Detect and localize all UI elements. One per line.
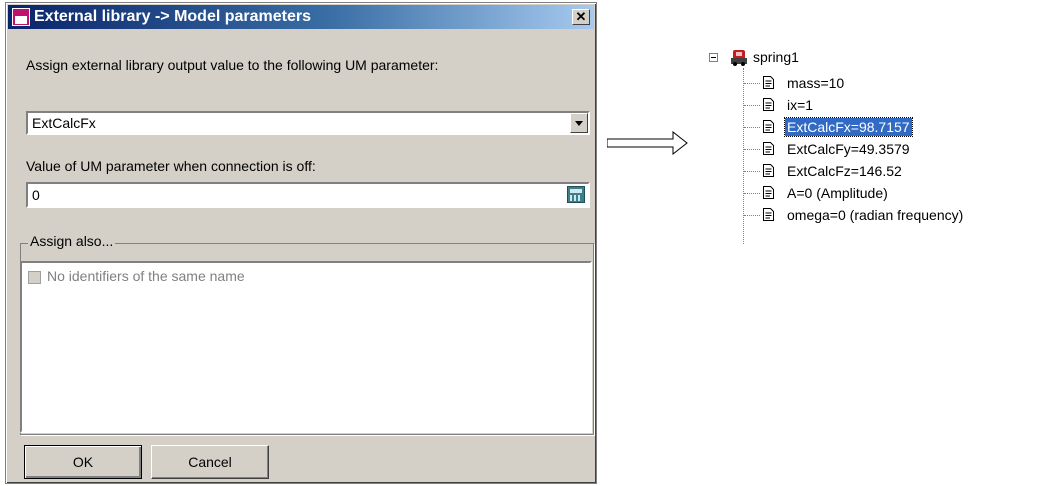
tree-item-label[interactable]: ix=1 (785, 96, 815, 114)
off-value-label: Value of UM parameter when connection is… (26, 158, 316, 174)
ok-button[interactable]: OK (24, 445, 142, 479)
calculator-icon[interactable] (567, 186, 585, 203)
close-icon: ✕ (575, 9, 587, 24)
off-value-text: 0 (32, 187, 40, 203)
close-button[interactable]: ✕ (572, 9, 590, 25)
document-icon (763, 98, 774, 111)
tree-item-label[interactable]: ExtCalcFz=146.52 (785, 162, 904, 180)
document-icon (763, 120, 774, 133)
parameter-combobox[interactable]: ExtCalcFx (26, 111, 590, 135)
combo-selected-value: ExtCalcFx (32, 115, 96, 131)
document-icon (763, 164, 774, 177)
model-icon (731, 50, 747, 66)
document-icon (763, 76, 774, 89)
tree-item-label[interactable]: omega=0 (radian frequency) (785, 206, 965, 224)
document-icon (763, 142, 774, 155)
parameter-tree: spring1 mass=10 ix=1 ExtCalcFx=98.7157 ExtC… (703, 48, 1039, 263)
assign-also-label: Assign also... (28, 233, 116, 249)
right-arrow-icon (607, 131, 688, 155)
chevron-down-icon[interactable] (570, 113, 588, 133)
tree-item-label[interactable]: ExtCalcFy=49.3579 (785, 140, 912, 158)
tree-item-label[interactable]: ExtCalcFx=98.7157 (784, 117, 913, 137)
document-icon (763, 208, 774, 221)
tree-item-label[interactable]: A=0 (Amplitude) (785, 184, 890, 202)
document-icon (763, 186, 774, 199)
assign-label: Assign external library output value to … (26, 57, 439, 73)
collapse-icon[interactable] (709, 53, 718, 62)
dialog-title: External library -> Model parameters (34, 8, 311, 25)
tree-item-label[interactable]: mass=10 (785, 74, 846, 92)
dialog-titlebar[interactable]: External library -> Model parameters ✕ (8, 5, 594, 29)
tree-root-label[interactable]: spring1 (753, 48, 799, 66)
model-parameters-dialog: External library -> Model parameters ✕ A… (5, 2, 597, 484)
identifiers-listbox[interactable]: No identifiers of the same name (20, 261, 592, 433)
cancel-button[interactable]: Cancel (151, 445, 269, 479)
um-app-icon (12, 8, 30, 26)
disabled-checkbox (28, 271, 41, 284)
off-value-input[interactable]: 0 (26, 182, 590, 208)
checkbox-label: No identifiers of the same name (47, 268, 245, 284)
